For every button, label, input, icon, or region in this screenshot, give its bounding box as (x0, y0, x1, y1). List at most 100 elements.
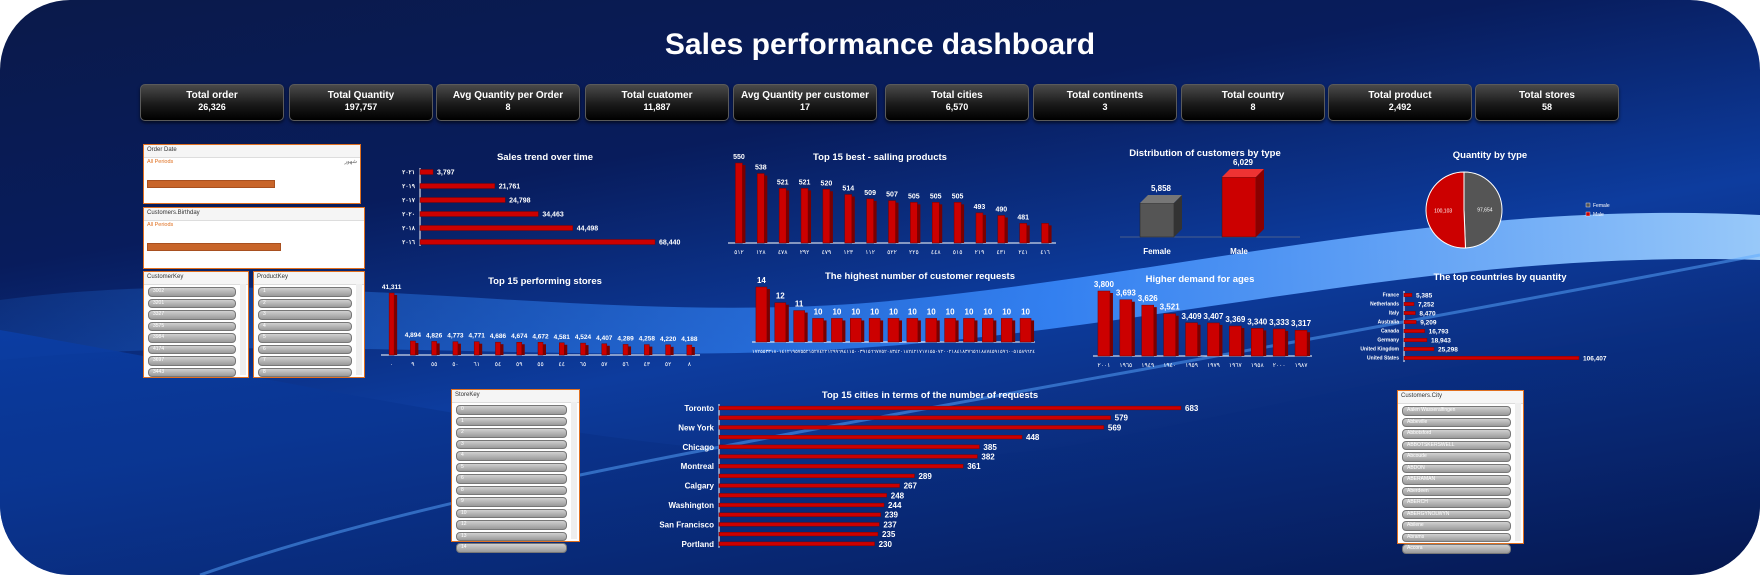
data-label: 448 (1026, 433, 1040, 442)
slicer-item[interactable]: 3443 (148, 367, 236, 377)
data-label: 4,188 (681, 336, 698, 343)
order-date-level[interactable]: شهور (344, 159, 357, 165)
bar (419, 225, 573, 231)
slicer-item[interactable]: 1 (456, 416, 567, 426)
slicer-item[interactable]: Aberdeen (1402, 486, 1511, 496)
tick-label: ١٨٣٧٦٥٦ (960, 349, 979, 355)
customers-city-slicer[interactable]: Customers.City Aalen Wasseralfingen Abbev… (1397, 390, 1524, 554)
tick-label: ٤١٦ (1040, 250, 1050, 256)
slicer-item[interactable]: 6 (456, 474, 567, 484)
slicer-item[interactable]: 13 (456, 531, 567, 541)
bar (757, 173, 765, 244)
bar (516, 341, 522, 356)
bar (906, 318, 919, 343)
data-label: 10 (965, 307, 974, 316)
tick-label: ١٥٩٦٠٠٥ (997, 349, 1016, 355)
slicer-item[interactable]: 4 (456, 451, 567, 461)
slicer-item[interactable]: 8 (258, 367, 352, 377)
bar (431, 341, 437, 356)
bar (419, 197, 506, 203)
bar-side (1048, 225, 1052, 243)
bar-side (955, 320, 959, 342)
bar-side (808, 190, 812, 243)
slicer-item[interactable]: 14 (456, 543, 567, 553)
data-label: 8,470 (1419, 310, 1436, 317)
order-date-slicer[interactable]: Order Date All Periods شهور (143, 144, 361, 204)
data-label: 3,340 (1247, 317, 1268, 326)
slicer-item[interactable]: 5 (258, 333, 352, 343)
store-key-scrollbar[interactable] (571, 402, 577, 539)
tick-label: ٢٠١٧ (402, 198, 416, 204)
birthday-timeline-bar[interactable] (147, 243, 281, 251)
slicer-item[interactable]: 0 (456, 405, 567, 415)
slicer-item[interactable]: Abrams (1402, 532, 1511, 542)
product-key-scrollbar[interactable] (356, 284, 362, 375)
bar-side (895, 202, 899, 243)
slicer-item[interactable]: 4 (258, 321, 352, 331)
customers-city-scrollbar[interactable] (1515, 403, 1521, 541)
slicer-item[interactable]: 3201 (148, 298, 236, 308)
bar (718, 532, 879, 537)
slicer-item[interactable]: 9 (456, 497, 567, 507)
slicer-item[interactable]: ABERCH (1402, 498, 1511, 508)
bar (1403, 320, 1417, 324)
slicer-item[interactable]: ABERGYNOLWYN (1402, 509, 1511, 519)
slicer-item[interactable]: 3002 (148, 287, 236, 297)
slicer-item[interactable]: 2 (456, 428, 567, 438)
slicer-item[interactable]: Aalen Wasseralfingen (1402, 406, 1511, 416)
slicer-item[interactable]: Abilene (1402, 521, 1511, 531)
slicer-item[interactable]: Abbeville (1402, 417, 1511, 427)
tick-label: ٤٧٨ (778, 250, 788, 256)
bar (953, 202, 962, 244)
tick-label: ١١٥٠٠٣٩ (846, 349, 865, 355)
tick-label: ٢٠٢٠ (402, 212, 415, 218)
data-label: 10 (946, 307, 955, 316)
slicer-item[interactable]: 2 (258, 298, 352, 308)
slicer-item[interactable]: 3 (258, 310, 352, 320)
data-label: 514 (842, 186, 854, 193)
slicer-item[interactable]: ABDON (1402, 463, 1511, 473)
slicer-item[interactable]: 4174 (148, 344, 236, 354)
slicer-item[interactable]: 6 (258, 344, 352, 354)
bar (800, 188, 809, 244)
data-label: 3,409 (1182, 312, 1203, 321)
slicer-item[interactable]: 12 (456, 520, 567, 530)
slicer-item[interactable]: Abbotsford (1402, 429, 1511, 439)
bar (1403, 338, 1428, 342)
order-date-timeline-bar[interactable] (147, 180, 275, 188)
birthday-slicer[interactable]: Customers.Birthday All Periods (143, 207, 365, 269)
tick-label: ١٧٢٥٥٣٣ (752, 349, 771, 355)
store-key-slicer[interactable]: StoreKey 0 1 2 3 4 5 6 8 9 10 12 13 14 (451, 389, 580, 553)
slicer-item[interactable]: ABERAMAN (1402, 475, 1511, 485)
slicer-item[interactable]: 3984 (148, 333, 236, 343)
slicer-item[interactable]: 10 (456, 508, 567, 518)
product-key-slicer[interactable]: ProductKey 12 34 56 78 (253, 271, 365, 378)
tick-label: ٢٠١٨ (402, 226, 416, 232)
data-label: 521 (777, 179, 789, 186)
customers-city-slicer-header: Customers.City (1398, 391, 1523, 404)
customer-key-scrollbar[interactable] (240, 284, 246, 375)
birthday-slicer-header: Customers.Birthday (144, 208, 364, 221)
slicer-item[interactable]: 3327 (148, 310, 236, 320)
bar-side (1256, 169, 1264, 237)
slicer-item[interactable]: ABBOTSKERSWELL (1402, 440, 1511, 450)
product-key-slicer-header: ProductKey (254, 272, 364, 285)
tick-label: ١٨٢٤٢١٧ (903, 349, 922, 355)
slicer-item[interactable]: 7 (258, 356, 352, 366)
slicer-item[interactable]: 8 (456, 485, 567, 495)
slicer-item[interactable]: 1 (258, 287, 352, 297)
bar (1019, 223, 1027, 244)
data-label: 6,029 (1233, 158, 1254, 167)
tick-label: ٤٣ (644, 362, 651, 368)
tick-label: ١٩٤٠ (1163, 363, 1176, 369)
tick-label: ١٧١٥٥٠٧ (922, 349, 941, 355)
slicer-item[interactable]: 5 (456, 462, 567, 472)
bar (1185, 322, 1198, 357)
slicer-item[interactable]: Accora (1402, 544, 1511, 554)
slicer-item[interactable]: Abcoude (1402, 452, 1511, 462)
bar-side (993, 320, 997, 342)
slicer-item[interactable]: 3 (456, 439, 567, 449)
customer-key-slicer[interactable]: CustomerKey 3002 3201 3327 3575 3984 4174 3697… (143, 271, 249, 378)
slicer-item[interactable]: 3575 (148, 321, 236, 331)
slicer-item[interactable]: 3697 (148, 356, 236, 366)
